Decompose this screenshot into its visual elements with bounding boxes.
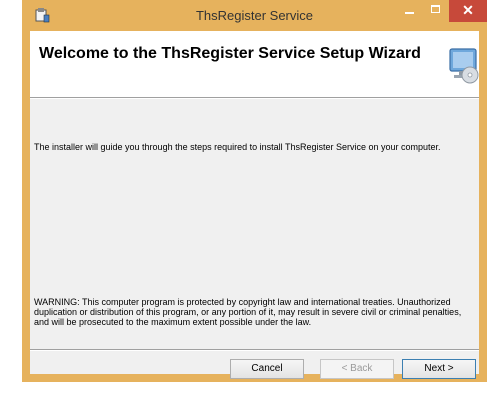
title-bar[interactable]: ThsRegister Service ✕ xyxy=(22,0,487,31)
button-separator xyxy=(30,349,479,351)
copyright-warning-text: WARNING: This computer program is protec… xyxy=(34,297,462,327)
wizard-client-area: Welcome to the ThsRegister Service Setup… xyxy=(30,31,479,379)
intro-text: The installer will guide you through the… xyxy=(34,142,441,152)
cancel-button[interactable]: Cancel xyxy=(230,359,304,379)
maximize-button[interactable] xyxy=(423,0,449,22)
close-button[interactable]: ✕ xyxy=(449,0,487,22)
installer-window: ThsRegister Service ✕ Welcome to the Ths… xyxy=(22,0,487,382)
close-icon: ✕ xyxy=(462,2,474,18)
maximize-icon xyxy=(431,5,440,13)
back-button[interactable]: < Back xyxy=(320,359,394,379)
computer-cd-icon xyxy=(449,48,479,84)
wizard-heading: Welcome to the ThsRegister Service Setup… xyxy=(39,45,421,62)
minimize-button[interactable] xyxy=(395,0,423,22)
minimize-icon xyxy=(405,12,414,14)
next-button[interactable]: Next > xyxy=(402,359,476,379)
wizard-banner: Welcome to the ThsRegister Service Setup… xyxy=(30,31,479,97)
banner-separator xyxy=(30,97,479,99)
